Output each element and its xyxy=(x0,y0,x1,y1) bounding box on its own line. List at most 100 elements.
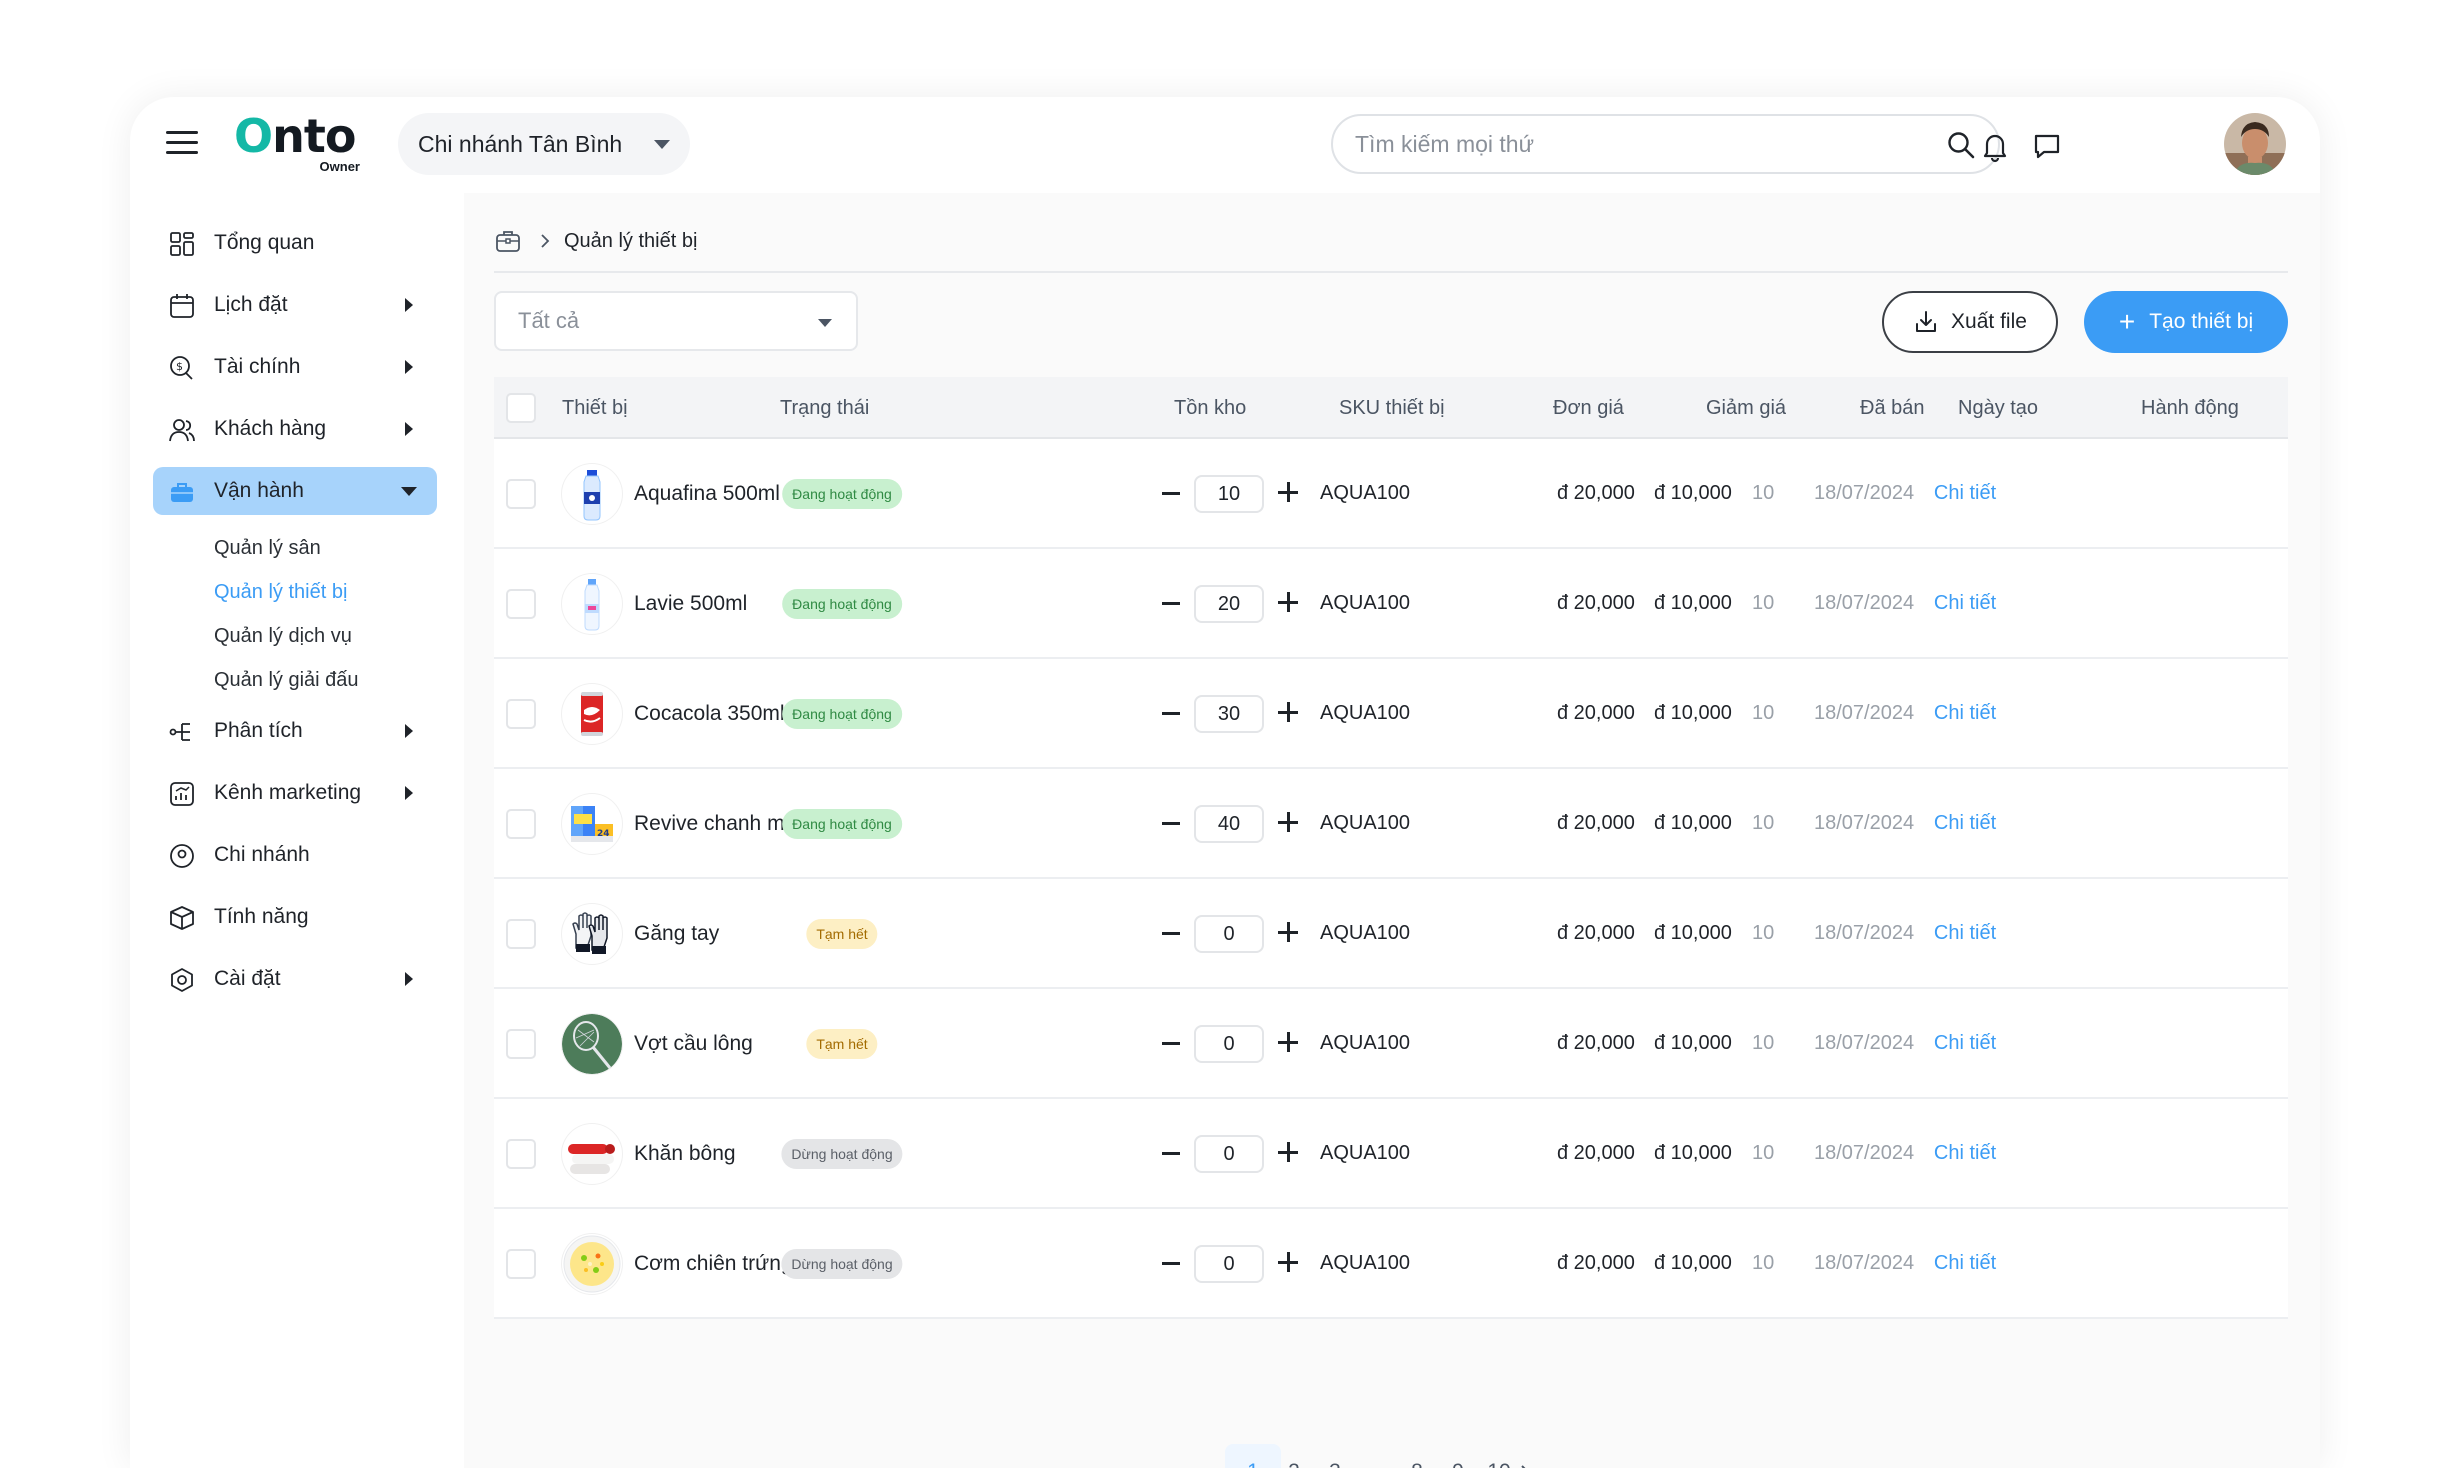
row-checkbox[interactable] xyxy=(506,919,536,949)
search-bar xyxy=(1331,114,2000,174)
decrement-button[interactable] xyxy=(1162,822,1180,825)
stock-quantity-input[interactable]: 0 xyxy=(1194,1135,1264,1173)
plus-icon: + xyxy=(2118,306,2136,337)
sidebar-item-khach-hang[interactable]: Khách hàng xyxy=(153,405,437,453)
decrement-button[interactable] xyxy=(1162,1042,1180,1045)
increment-button[interactable] xyxy=(1278,1252,1298,1272)
decrement-button[interactable] xyxy=(1162,602,1180,605)
price-cell: đ 20,000 xyxy=(1557,482,1635,504)
row-checkbox[interactable] xyxy=(506,1139,536,1169)
menu-icon[interactable] xyxy=(166,131,198,155)
select-all-checkbox[interactable] xyxy=(506,393,536,423)
message-icon[interactable] xyxy=(2030,129,2064,163)
price-cell: đ 20,000 xyxy=(1557,1252,1635,1274)
created-date-cell: 18/07/2024 xyxy=(1814,1252,1915,1274)
product-name: Cơm chiên trứng xyxy=(634,1252,793,1275)
status-badge: Đang hoạt động xyxy=(782,479,902,509)
search-icon[interactable] xyxy=(1946,130,1976,160)
stock-quantity-input[interactable]: 10 xyxy=(1194,475,1264,513)
chevron-right-icon xyxy=(405,360,413,374)
decrement-button[interactable] xyxy=(1162,492,1180,495)
row-checkbox[interactable] xyxy=(506,1249,536,1279)
row-checkbox[interactable] xyxy=(506,589,536,619)
price-cell: đ 20,000 xyxy=(1557,702,1635,724)
sidebar-item-label: Kênh marketing xyxy=(214,781,362,804)
product-name: Vợt cầu lông xyxy=(634,1032,753,1055)
sidebar-subitem-quan-ly-giai-dau[interactable]: Quản lý giải đấu xyxy=(214,669,359,692)
sidebar-item-cai-dat[interactable]: Cài đặt xyxy=(153,955,437,1003)
main-content: Quản lý thiết bị Tất cả Xuất file + Tạo … xyxy=(464,193,2320,1468)
discount-cell: đ 10,000 xyxy=(1654,922,1732,944)
detail-link[interactable]: Chi tiết xyxy=(1934,482,1996,505)
increment-button[interactable] xyxy=(1278,482,1298,502)
sidebar-item-label: Cài đặt xyxy=(214,967,281,990)
stock-quantity-input[interactable]: 0 xyxy=(1194,1025,1264,1063)
table-row: Vợt cầu lông Tạm hết 0 AQUA100 đ 20,000 … xyxy=(494,989,2288,1099)
detail-link[interactable]: Chi tiết xyxy=(1934,592,1996,615)
grid-icon xyxy=(170,232,194,256)
table-row: Cocacola 350ml Đang hoạt động 30 AQUA100… xyxy=(494,659,2288,769)
detail-link[interactable]: Chi tiết xyxy=(1934,922,1996,945)
detail-link[interactable]: Chi tiết xyxy=(1934,1252,1996,1275)
stock-quantity-input[interactable]: 0 xyxy=(1194,915,1264,953)
sold-cell: 10 xyxy=(1752,1252,1775,1274)
decrement-button[interactable] xyxy=(1162,712,1180,715)
svg-text:$: $ xyxy=(176,360,183,373)
avatar[interactable] xyxy=(2224,113,2286,175)
detail-link[interactable]: Chi tiết xyxy=(1934,812,1996,835)
sidebar-item-tong-quan[interactable]: Tổng quan xyxy=(153,219,437,267)
sidebar-subitem-quan-ly-san[interactable]: Quản lý sân xyxy=(214,537,321,560)
decrement-button[interactable] xyxy=(1162,1262,1180,1265)
header-device: Thiết bị xyxy=(562,397,628,419)
row-checkbox[interactable] xyxy=(506,809,536,839)
sidebar-item-label: Tính năng xyxy=(214,905,309,928)
bell-icon[interactable] xyxy=(1978,129,2012,163)
row-checkbox[interactable] xyxy=(506,479,536,509)
stock-quantity-input[interactable]: 40 xyxy=(1194,805,1264,843)
sidebar-item-label: Chi nhánh xyxy=(214,843,310,866)
export-button[interactable]: Xuất file xyxy=(1882,291,2058,353)
increment-button[interactable] xyxy=(1278,592,1298,612)
increment-button[interactable] xyxy=(1278,702,1298,722)
chevron-right-icon xyxy=(405,298,413,312)
sidebar-item-van-hanh[interactable]: Vận hành xyxy=(153,467,437,515)
chevron-right-icon[interactable] xyxy=(1518,1464,1532,1468)
increment-button[interactable] xyxy=(1278,812,1298,832)
briefcase-icon[interactable] xyxy=(494,227,522,255)
increment-button[interactable] xyxy=(1278,1032,1298,1052)
increment-button[interactable] xyxy=(1278,1142,1298,1162)
sidebar-item-lich-dat[interactable]: Lịch đặt xyxy=(153,281,437,329)
sidebar-item-chi-nhanh[interactable]: Chi nhánh xyxy=(153,831,437,879)
detail-link[interactable]: Chi tiết xyxy=(1934,702,1996,725)
stock-quantity-input[interactable]: 20 xyxy=(1194,585,1264,623)
sidebar-item-label: Lịch đặt xyxy=(214,293,288,316)
sku-cell: AQUA100 xyxy=(1320,702,1411,724)
increment-button[interactable] xyxy=(1278,922,1298,942)
status-filter-select[interactable]: Tất cả xyxy=(494,291,858,351)
row-checkbox[interactable] xyxy=(506,699,536,729)
detail-link[interactable]: Chi tiết xyxy=(1934,1032,1996,1055)
created-date-cell: 18/07/2024 xyxy=(1814,702,1915,724)
logo[interactable]: Onto Owner xyxy=(234,109,364,179)
stock-quantity-input[interactable]: 0 xyxy=(1194,1245,1264,1283)
sidebar-item-tinh-nang[interactable]: Tính năng xyxy=(153,893,437,941)
stock-quantity-input[interactable]: 30 xyxy=(1194,695,1264,733)
decrement-button[interactable] xyxy=(1162,932,1180,935)
sidebar-item-kenh-marketing[interactable]: Kênh marketing xyxy=(153,769,437,817)
devices-table: Thiết bị Trạng thái Tồn kho SKU thiết bị… xyxy=(494,377,2288,1319)
price-cell: đ 20,000 xyxy=(1557,1032,1635,1054)
product-image xyxy=(562,574,622,634)
row-checkbox[interactable] xyxy=(506,1029,536,1059)
product-image: 24 xyxy=(562,794,622,854)
sidebar-subitem-quan-ly-dich-vu[interactable]: Quản lý dịch vụ xyxy=(214,625,352,648)
branch-selector[interactable]: Chi nhánh Tân Bình xyxy=(398,113,690,175)
sidebar-item-label: Khách hàng xyxy=(214,417,327,440)
create-device-button[interactable]: + Tạo thiết bị xyxy=(2084,291,2288,353)
sidebar-item-tai-chinh[interactable]: $ Tài chính xyxy=(153,343,437,391)
detail-link[interactable]: Chi tiết xyxy=(1934,1142,1996,1165)
sidebar-item-phan-tich[interactable]: Phân tích xyxy=(153,707,437,755)
chevron-right-icon xyxy=(405,724,413,738)
sidebar-subitem-quan-ly-thiet-bi[interactable]: Quản lý thiết bị xyxy=(214,581,347,604)
decrement-button[interactable] xyxy=(1162,1152,1180,1155)
search-input[interactable] xyxy=(1355,130,1915,158)
